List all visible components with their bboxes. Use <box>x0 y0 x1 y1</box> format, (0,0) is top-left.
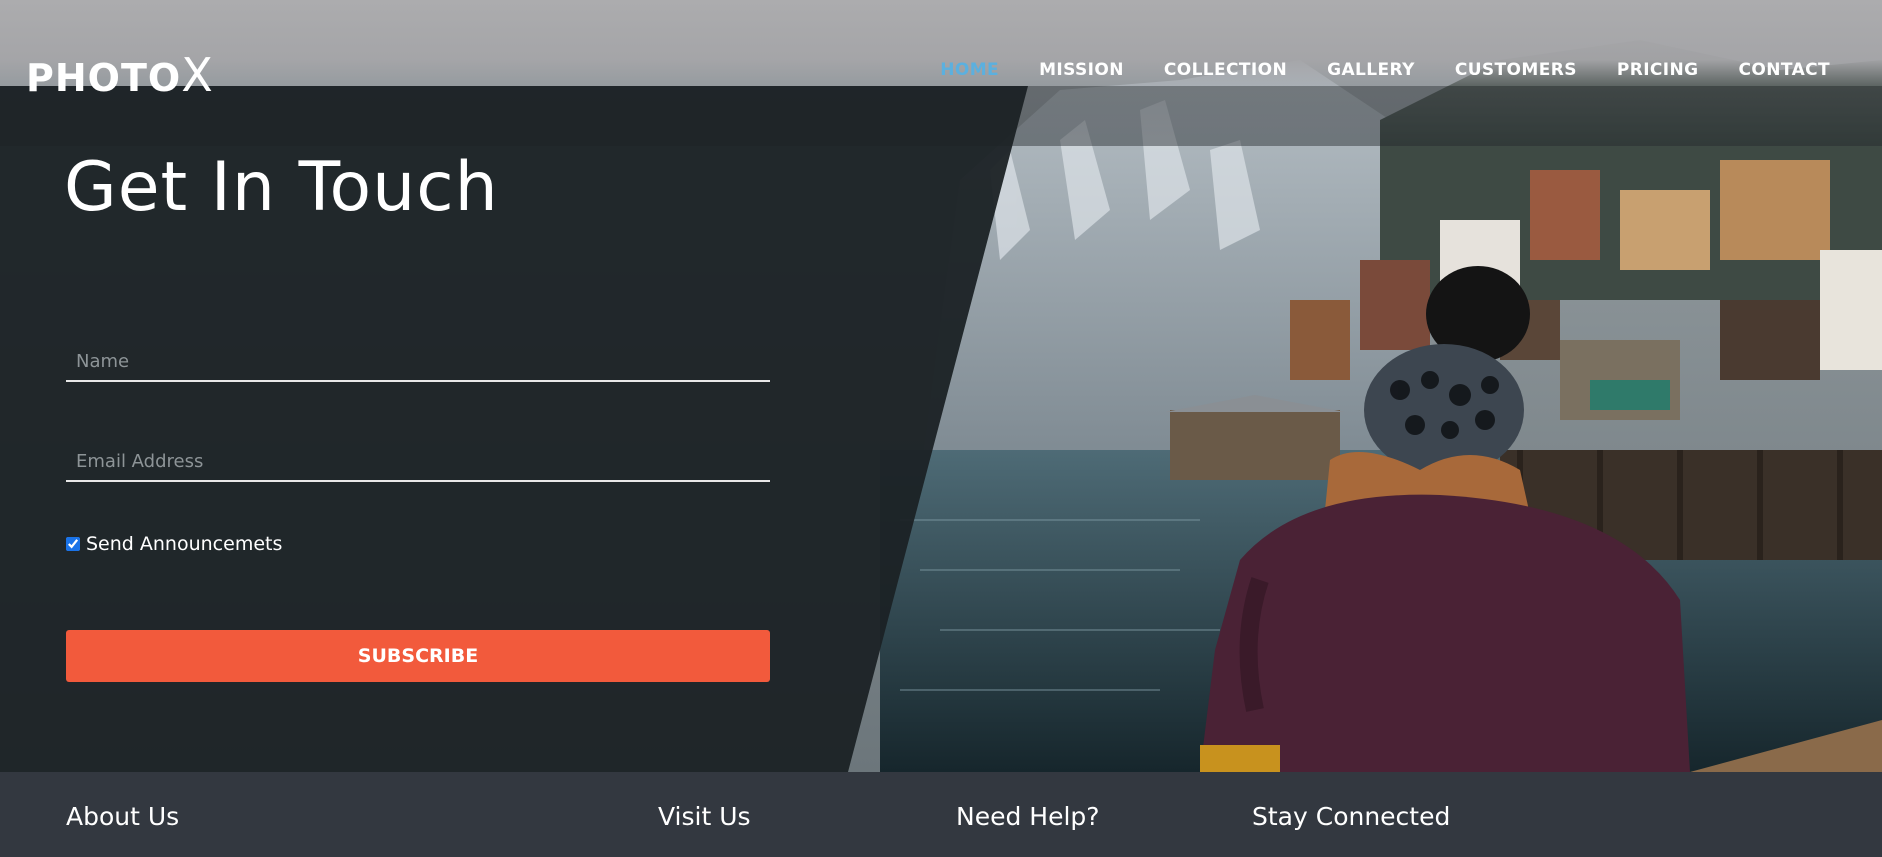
nav-gallery[interactable]: GALLERY <box>1327 60 1415 80</box>
header-strip <box>0 86 1882 146</box>
nav-pricing[interactable]: PRICING <box>1617 60 1699 80</box>
nav-mission[interactable]: MISSION <box>1039 60 1124 80</box>
nav-home[interactable]: HOME <box>940 60 999 80</box>
subscribe-button[interactable]: SUBSCRIBE <box>66 630 770 682</box>
page-title: Get In Touch <box>64 148 499 227</box>
nav-collection[interactable]: COLLECTION <box>1164 60 1287 80</box>
footer-about-heading: About Us <box>66 802 180 831</box>
footer-visit-heading: Visit Us <box>658 802 751 831</box>
announcements-option: Send Announcemets <box>66 533 282 555</box>
brand-accent-letter: X <box>181 48 214 102</box>
announcements-label[interactable]: Send Announcemets <box>86 533 282 555</box>
announcements-checkbox[interactable] <box>66 537 80 551</box>
footer: About Us Visit Us Need Help? Stay Connec… <box>0 772 1882 857</box>
brand-name: PHOTO <box>26 56 182 100</box>
name-input[interactable] <box>66 342 770 382</box>
footer-connected-heading: Stay Connected <box>1252 802 1451 831</box>
main-nav: HOME MISSION COLLECTION GALLERY CUSTOMER… <box>940 60 1830 80</box>
footer-help-heading: Need Help? <box>956 802 1100 831</box>
nav-contact[interactable]: CONTACT <box>1739 60 1830 80</box>
email-input[interactable] <box>66 442 770 482</box>
brand-logo[interactable]: PHOTOX <box>26 48 214 102</box>
nav-customers[interactable]: CUSTOMERS <box>1455 60 1577 80</box>
